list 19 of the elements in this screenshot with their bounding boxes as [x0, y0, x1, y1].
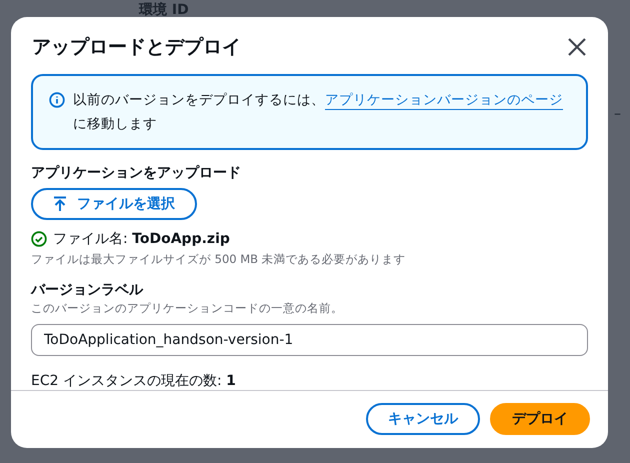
upload-icon: [53, 196, 67, 212]
deploy-button[interactable]: デプロイ: [490, 403, 590, 435]
cancel-button[interactable]: キャンセル: [366, 403, 480, 435]
file-size-hint: ファイルは最大ファイルサイズが 500 MB 未満である必要があります: [31, 252, 407, 267]
background-text: 環境 ID: [139, 1, 189, 19]
version-input-field[interactable]: ToDoApplication_handson-version-1: [31, 324, 588, 356]
version-description: このバージョンのアプリケーションコードの一意の名前。: [31, 301, 344, 316]
file-name: ファイル名: ToDoApp.zip: [53, 230, 230, 248]
instance-count: EC2 インスタンスの現在の数: 1: [31, 372, 237, 390]
choose-file-button[interactable]: ファイルを選択: [31, 188, 197, 220]
dialog-title: アップロードとデプロイ: [32, 34, 241, 60]
check-circle-icon: [31, 231, 47, 247]
background-text: –: [614, 106, 621, 122]
info-icon: [49, 92, 65, 108]
upload-label: アプリケーションをアップロード: [31, 164, 242, 182]
version-label: バージョンラベル: [31, 281, 144, 299]
alert-message: 以前のバージョンをデプロイするには、アプリケーションバージョンのページ に移動します: [73, 91, 564, 134]
versions-page-link[interactable]: アプリケーションバージョンのページ: [325, 92, 563, 108]
close-button[interactable]: [566, 36, 588, 58]
